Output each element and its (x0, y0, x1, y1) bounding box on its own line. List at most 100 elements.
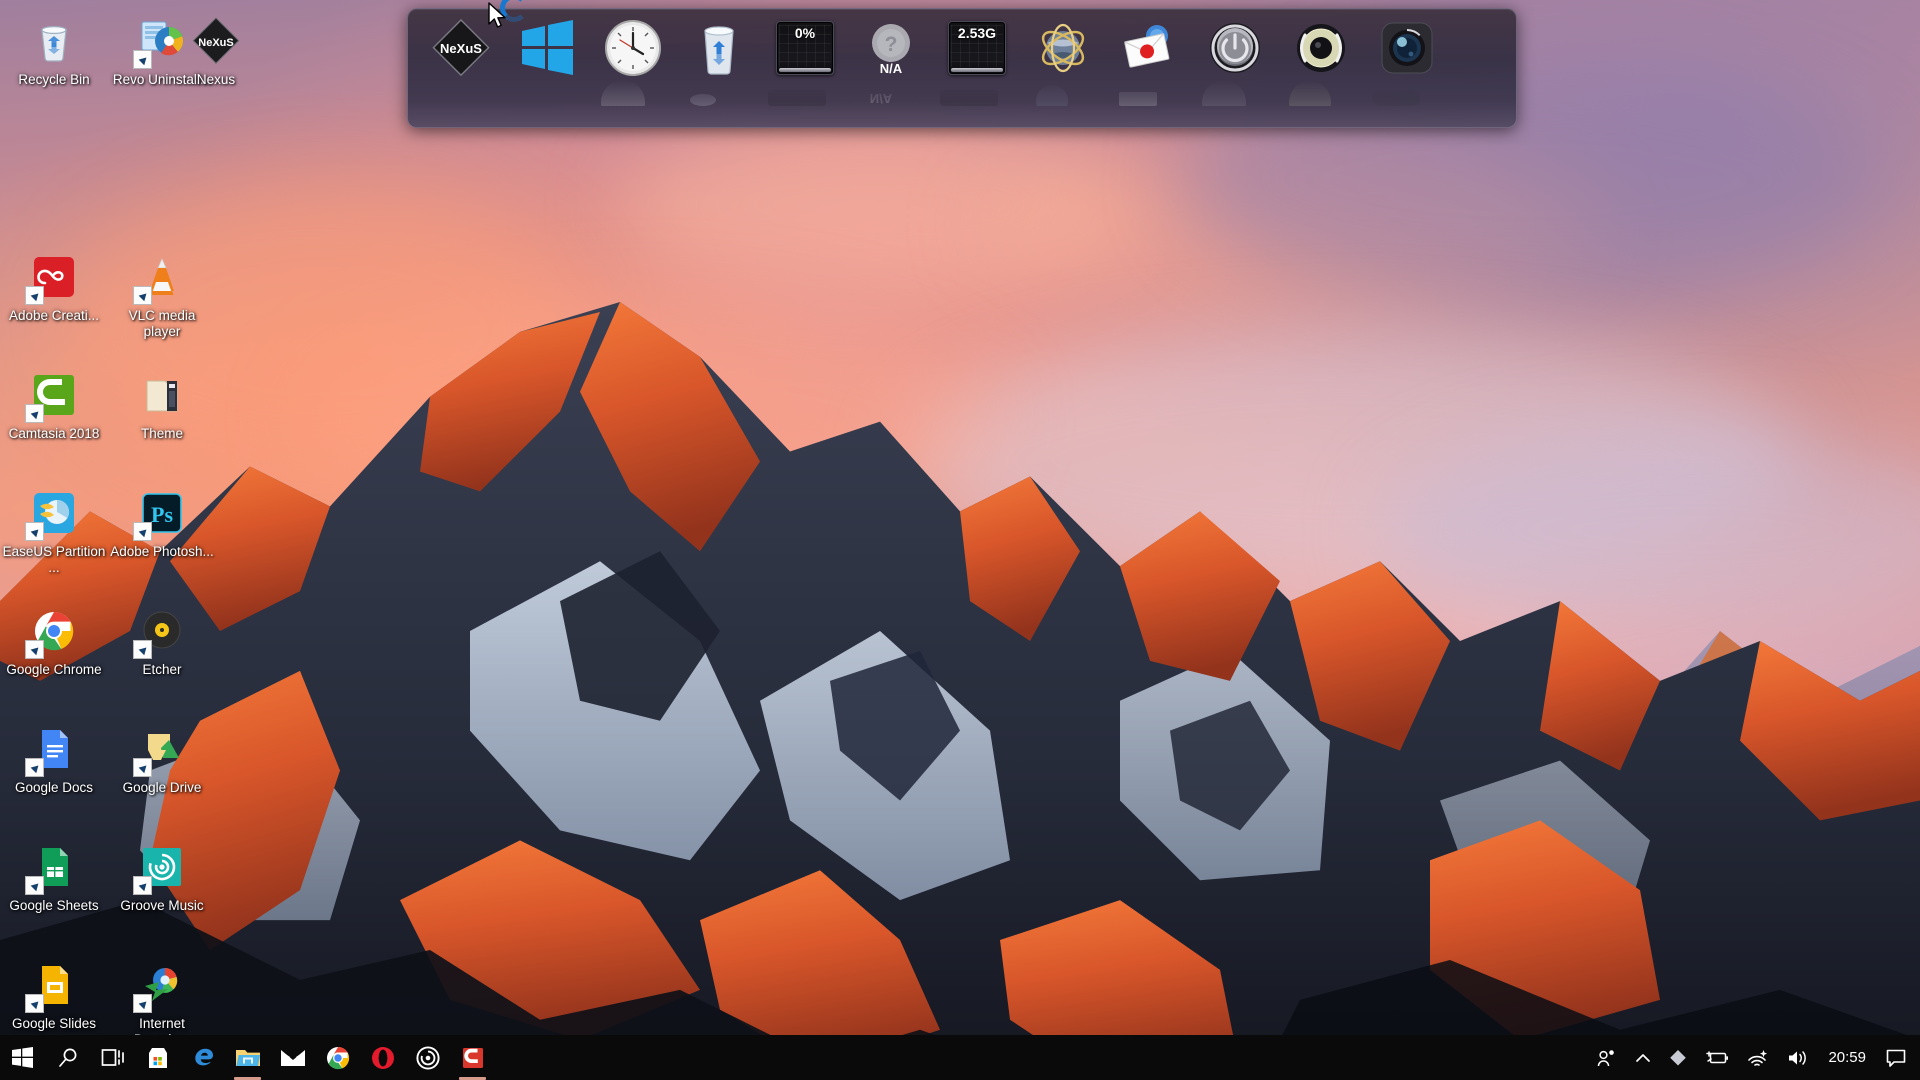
diamond-tray-icon[interactable] (1660, 1035, 1696, 1080)
svg-text:?: ? (885, 33, 898, 56)
desktop-icon-label: EaseUS Partition ... (2, 544, 106, 575)
dock-item-power[interactable] (1195, 16, 1275, 94)
nexus-icon: NeXuS (189, 14, 243, 68)
memory-meter-value: 2.53G (958, 25, 996, 41)
shortcut-badge-icon (133, 876, 152, 895)
desktop-icon-google-chrome[interactable]: Google Chrome (0, 598, 108, 716)
volume-icon[interactable] (1778, 1035, 1818, 1080)
browser-icon (1031, 16, 1095, 80)
windows-taskbar[interactable]: 20:59 (0, 1035, 1920, 1080)
mail-button[interactable] (270, 1035, 315, 1080)
camtasia-button[interactable] (450, 1035, 495, 1080)
vlc-icon (135, 250, 189, 304)
google-slides-icon (27, 958, 81, 1012)
task-view-button[interactable] (90, 1035, 135, 1080)
shortcut-badge-icon (133, 286, 152, 305)
dock-reflection (765, 80, 829, 106)
desktop-icon-easeus-partition-master[interactable]: EaseUS Partition ... (0, 480, 108, 598)
system-tray: 20:59 (1588, 1035, 1920, 1080)
shortcut-badge-icon (25, 758, 44, 777)
dock-item-memory-meter[interactable]: 2.53G (937, 16, 1017, 94)
taskbar-clock[interactable]: 20:59 (1818, 1050, 1876, 1065)
cpu-meter-icon: 0% (773, 16, 837, 80)
google-chrome-icon (27, 604, 81, 658)
folder-icon (135, 368, 189, 422)
battery-icon[interactable] (1696, 1035, 1738, 1080)
network-meter-icon: ? N/A (859, 16, 923, 80)
google-docs-icon (27, 722, 81, 776)
internet-download-manager-icon (135, 958, 189, 1012)
dock-item-mail[interactable] (1109, 16, 1189, 94)
desktop-icon-recycle-bin[interactable]: Recycle Bin (0, 8, 108, 126)
start-menu-icon (515, 16, 579, 80)
desktop-icon-theme-folder[interactable]: Theme (108, 362, 216, 480)
dock-item-nexus-logo[interactable]: NeXuS (421, 16, 501, 94)
revo-uninstaller-icon (135, 14, 189, 68)
dock-item-browser[interactable] (1023, 16, 1103, 94)
etcher-icon (135, 604, 189, 658)
camera-icon (1375, 16, 1439, 80)
people-icon[interactable] (1588, 1035, 1626, 1080)
shortcut-badge-icon (25, 994, 44, 1013)
groove-music-button[interactable] (405, 1035, 450, 1080)
camtasia-icon (462, 1047, 484, 1069)
desktop-icon-etcher[interactable]: Etcher (108, 598, 216, 716)
search-button[interactable] (45, 1035, 90, 1080)
file-explorer-button[interactable] (225, 1035, 270, 1080)
google-chrome-icon (326, 1046, 350, 1070)
dock-item-camera[interactable] (1367, 16, 1447, 94)
desktop-icon-label: Nexus (197, 72, 235, 88)
dock-reflection (1281, 80, 1345, 106)
desktop-icon-label: Theme (141, 426, 183, 442)
google-chrome-button[interactable] (315, 1035, 360, 1080)
camtasia-icon (27, 368, 81, 422)
desktop-icon-camtasia-2018[interactable]: Camtasia 2018 (0, 362, 108, 480)
dock-item-network-meter[interactable]: ? N/A N/A (851, 16, 931, 94)
desktop-icon-google-sheets[interactable]: Google Sheets (0, 834, 108, 952)
dock-reflection: N/A (851, 80, 915, 106)
action-center-button[interactable] (1876, 1035, 1916, 1080)
svg-text:NeXuS: NeXuS (198, 37, 233, 49)
cpu-meter-value: 0% (795, 25, 815, 41)
desktop-icon-groove-music[interactable]: Groove Music (108, 834, 216, 952)
power-icon (1203, 16, 1267, 80)
desktop-wallpaper[interactable] (0, 0, 1920, 1080)
search-icon (57, 1047, 79, 1069)
shortcut-badge-icon (25, 286, 44, 305)
shortcut-badge-icon (25, 522, 44, 541)
volume-icon (1289, 16, 1353, 80)
desktop-icon-vlc-media-player[interactable]: VLC media player (108, 244, 216, 362)
network-icon[interactable] (1738, 1035, 1778, 1080)
desktop-icon-google-docs[interactable]: Google Docs (0, 716, 108, 834)
desktop-icon-google-drive[interactable]: Google Drive (108, 716, 216, 834)
show-hidden-icons-icon[interactable] (1626, 1035, 1660, 1080)
microsoft-edge-button[interactable] (180, 1035, 225, 1080)
dock-reflection (679, 80, 743, 106)
dock-item-cpu-meter[interactable]: 0% (765, 16, 845, 94)
desktop-icon-label: Recycle Bin (18, 72, 89, 88)
file-explorer-icon (235, 1047, 261, 1069)
nexus-dock[interactable]: NeXuS (407, 8, 1517, 128)
dock-item-start-menu[interactable] (507, 16, 587, 94)
dock-item-recycle-bin[interactable] (679, 16, 759, 94)
mail-icon (280, 1048, 306, 1068)
microsoft-store-button[interactable] (135, 1035, 180, 1080)
dock-reflection (593, 80, 657, 106)
svg-text:NeXuS: NeXuS (440, 41, 482, 56)
memory-meter-icon: 2.53G (945, 16, 1009, 80)
desktop-icon-label: Adobe Creati... (9, 308, 99, 324)
dock-item-clock[interactable] (593, 16, 673, 94)
recycle-bin-icon (27, 14, 81, 68)
desktop-icon-adobe-creative-cloud[interactable]: Adobe Creati... (0, 244, 108, 362)
dock-reflection (1367, 80, 1431, 106)
desktop-icon-label: Adobe Photosh... (110, 544, 214, 560)
google-drive-icon (135, 722, 189, 776)
desktop-icon-adobe-photoshop[interactable]: Ps Adobe Photosh... (108, 480, 216, 598)
opera-button[interactable] (360, 1035, 405, 1080)
mail-icon (1117, 16, 1181, 80)
desktop-icon-label: Groove Music (120, 898, 203, 914)
dock-item-volume[interactable] (1281, 16, 1361, 94)
start-button[interactable] (0, 1035, 45, 1080)
dock-reflection (937, 80, 1001, 106)
shortcut-badge-icon (133, 50, 152, 69)
